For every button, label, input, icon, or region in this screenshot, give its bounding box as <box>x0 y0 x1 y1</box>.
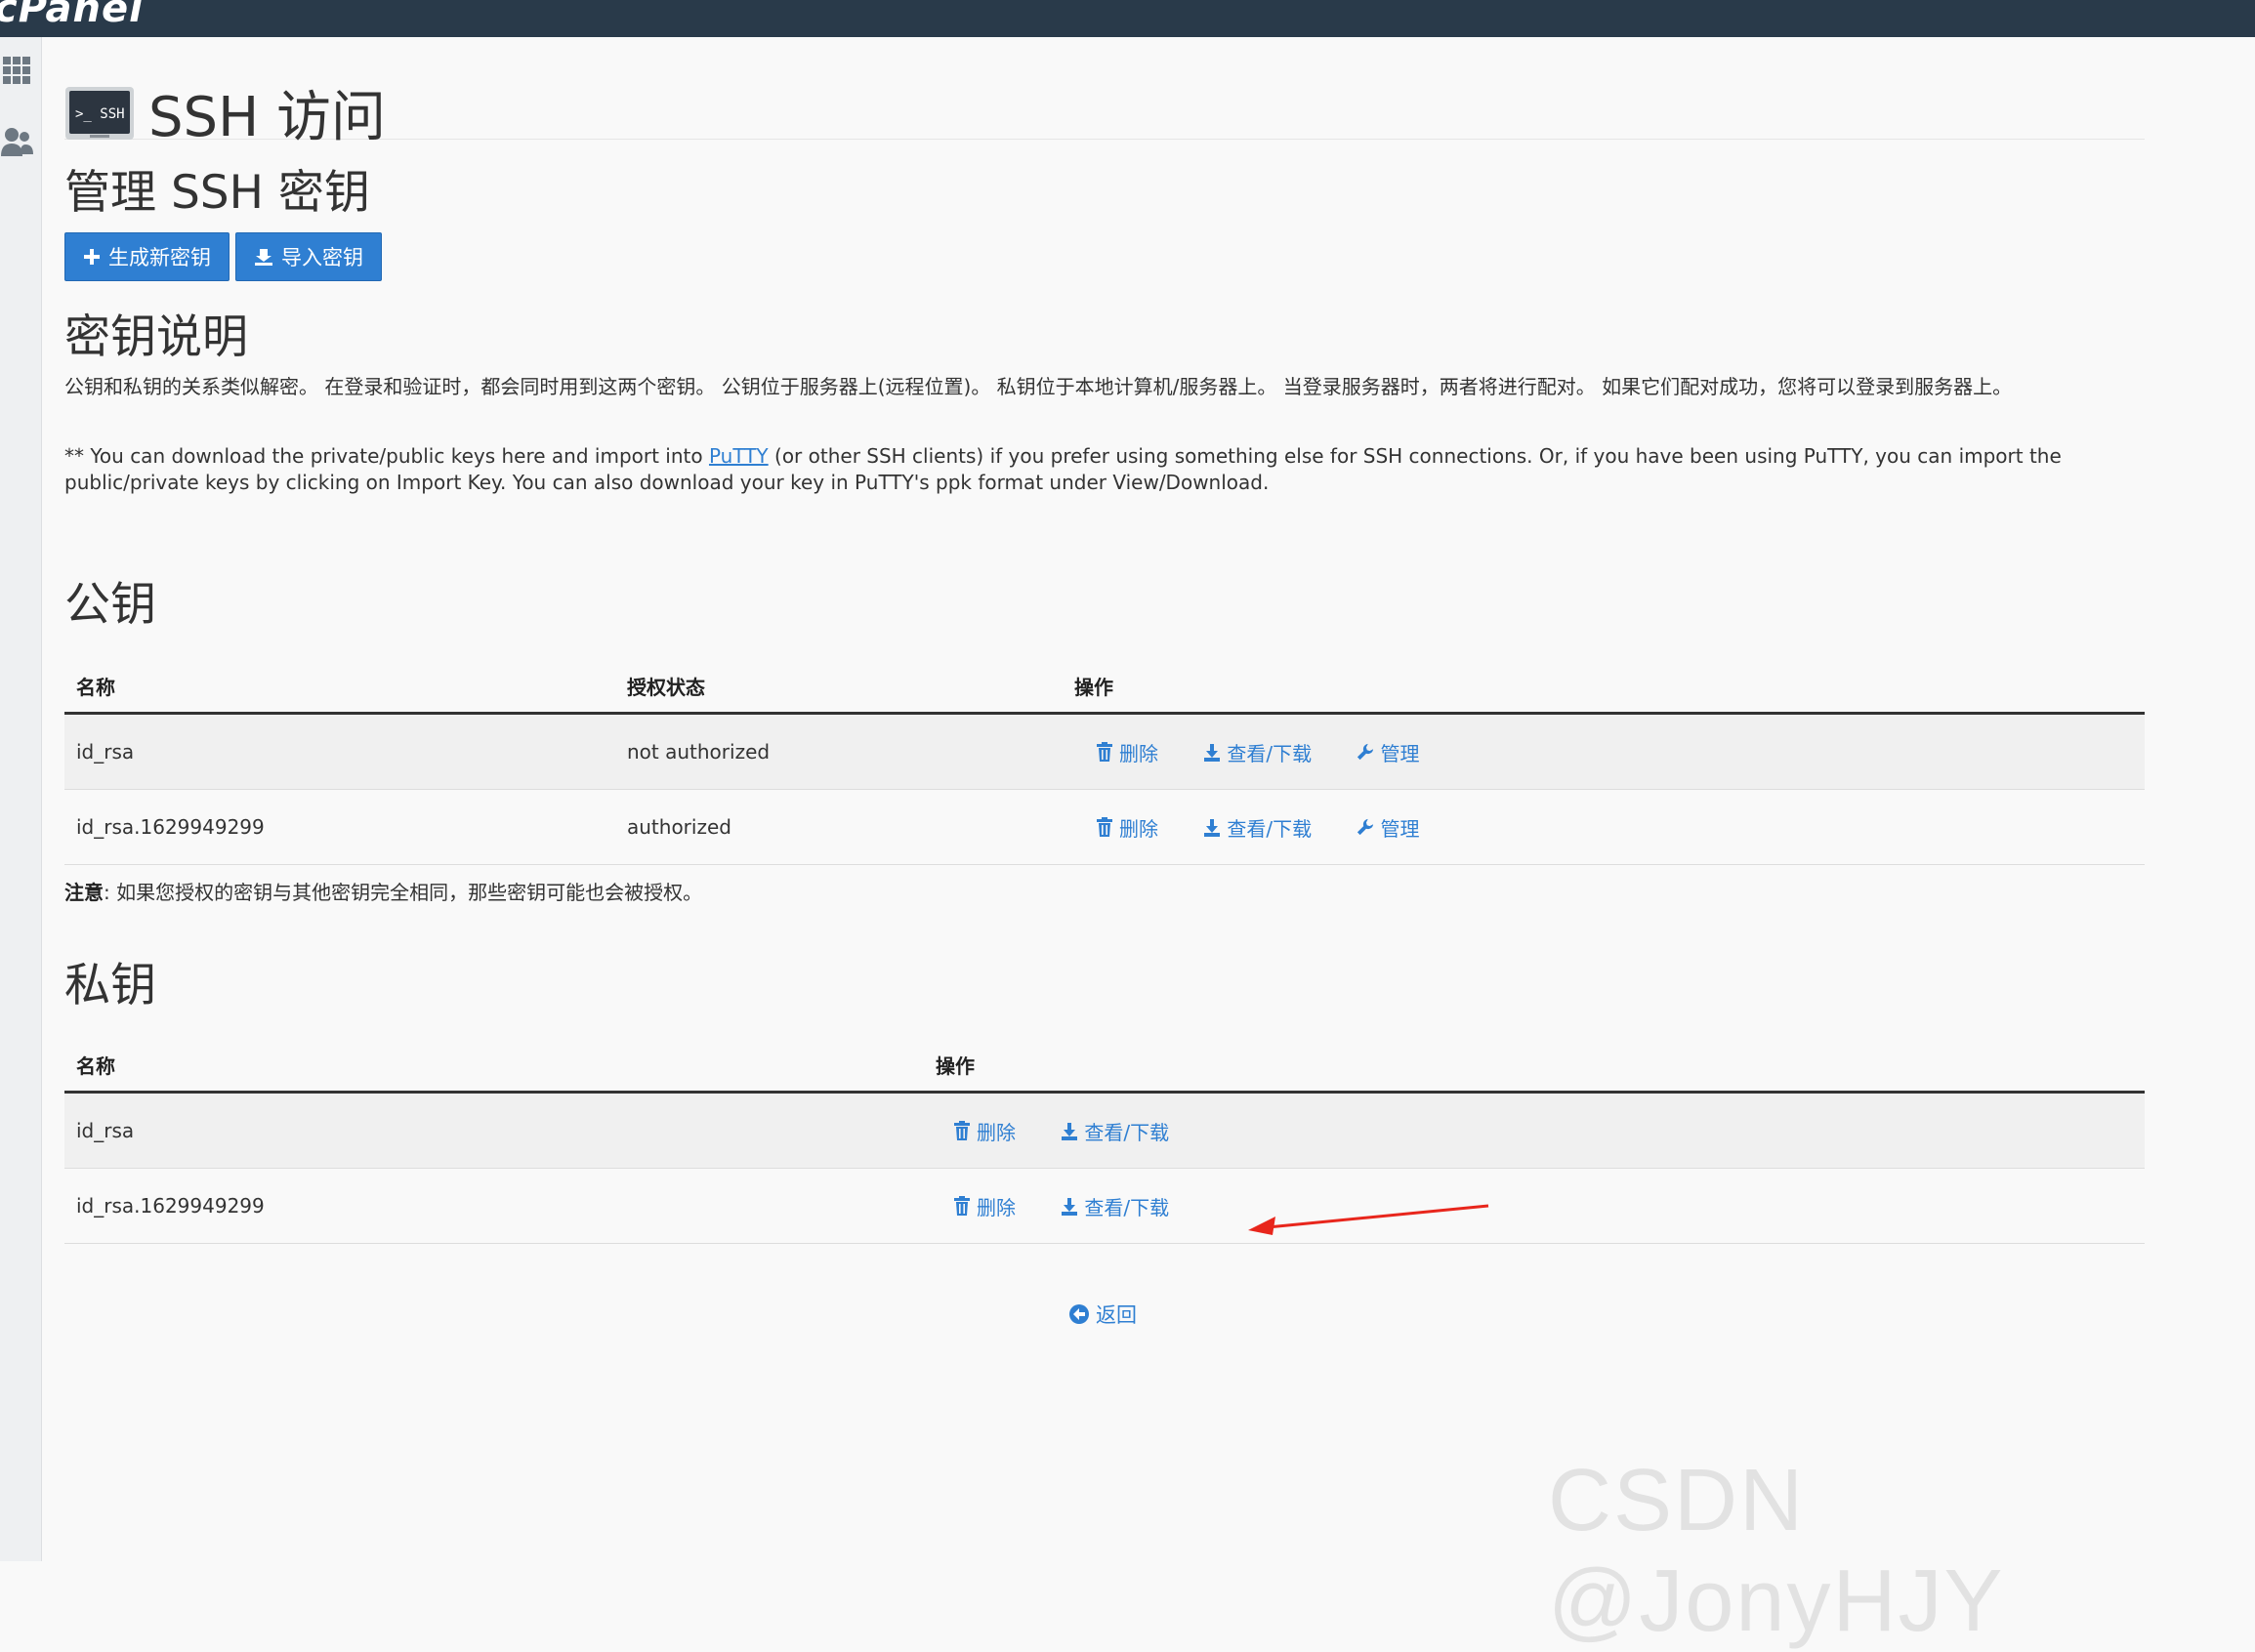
trash-icon <box>954 1196 970 1216</box>
trash-icon <box>1097 742 1112 762</box>
plus-icon <box>84 249 100 265</box>
delete-link[interactable]: 删除 <box>953 1192 1016 1220</box>
auth-status: not authorized <box>615 713 1063 790</box>
download-icon <box>1062 1198 1078 1216</box>
private-keys-table: 名称 操作 id_rsa 删除 查看/下载 id_rsa.1629949299 … <box>64 1039 2145 1244</box>
delete-link[interactable]: 删除 <box>1096 813 1158 842</box>
view-download-link[interactable]: 查看/下载 <box>1203 813 1312 842</box>
svg-text:>_ SSH: >_ SSH <box>75 106 125 122</box>
column-header-actions: 操作 <box>1063 660 2145 715</box>
key-name: id_rsa.1629949299 <box>64 789 615 865</box>
column-header-actions: 操作 <box>924 1039 2145 1094</box>
authorization-note: 注意: 如果您授权的密钥与其他密钥完全相同，那些密钥可能也会被授权。 <box>64 881 703 904</box>
import-key-button[interactable]: 导入密钥 <box>235 232 382 281</box>
side-nav <box>0 37 42 1561</box>
import-icon <box>255 249 272 266</box>
table-row: id_rsa.1629949299 删除 查看/下载 <box>64 1168 2145 1244</box>
table-row: id_rsa.1629949299 authorized 删除 查看/下载 管理 <box>64 789 2145 865</box>
manage-keys-heading: 管理 SSH 密钥 <box>64 166 370 220</box>
delete-link[interactable]: 删除 <box>953 1117 1016 1145</box>
generate-key-button[interactable]: 生成新密钥 <box>64 232 230 281</box>
view-download-link[interactable]: 查看/下载 <box>1061 1192 1169 1220</box>
key-description-heading: 密钥说明 <box>64 310 248 364</box>
users-icon[interactable] <box>0 123 33 162</box>
delete-link[interactable]: 删除 <box>1096 738 1158 766</box>
view-download-link[interactable]: 查看/下载 <box>1061 1117 1169 1145</box>
download-icon <box>1204 819 1221 837</box>
key-name: id_rsa.1629949299 <box>64 1168 924 1244</box>
column-header-status: 授权状态 <box>615 660 1063 715</box>
key-name: id_rsa <box>64 1092 924 1169</box>
terminal-ssh-icon: >_ SSH <box>65 87 134 140</box>
manage-link[interactable]: 管理 <box>1357 813 1419 842</box>
key-description-text: 公钥和私钥的关系类似解密。 在登录和验证时，都会同时用到这两个密钥。 公钥位于服… <box>64 375 2013 398</box>
table-row: id_rsa 删除 查看/下载 <box>64 1092 2145 1169</box>
putty-link[interactable]: PuTTY <box>709 444 769 468</box>
trash-icon <box>954 1121 970 1140</box>
annotation-arrow-icon <box>1248 1204 1489 1235</box>
auth-status: authorized <box>615 789 1063 865</box>
manage-link[interactable]: 管理 <box>1357 738 1419 766</box>
wrench-icon <box>1357 818 1374 836</box>
circle-arrow-left-icon <box>1069 1304 1089 1324</box>
top-bar: cPanel <box>0 0 2255 37</box>
key-name: id_rsa <box>64 713 615 790</box>
wrench-icon <box>1357 743 1374 761</box>
column-header-name: 名称 <box>64 660 615 715</box>
table-row: id_rsa not authorized 删除 查看/下载 管理 <box>64 713 2145 790</box>
download-icon <box>1204 744 1221 762</box>
csdn-watermark: CSDN @JonyHJY <box>1548 1452 2005 1650</box>
page-header: >_ SSH SSH 访问 <box>64 61 2145 149</box>
back-link[interactable]: 返回 <box>1068 1300 1137 1329</box>
trash-icon <box>1097 817 1112 837</box>
putty-instructions: ** You can download the private/public k… <box>64 444 2062 494</box>
cpanel-logo[interactable]: cPanel <box>0 0 144 31</box>
grid-icon[interactable] <box>0 53 33 92</box>
view-download-link[interactable]: 查看/下载 <box>1203 738 1312 766</box>
column-header-name: 名称 <box>64 1039 924 1094</box>
download-icon <box>1062 1123 1078 1140</box>
public-keys-table: 名称 授权状态 操作 id_rsa not authorized 删除 查看/下… <box>64 660 2145 865</box>
private-keys-heading: 私钥 <box>64 959 156 1012</box>
public-keys-heading: 公钥 <box>64 578 156 632</box>
page-title: SSH 访问 <box>148 86 387 149</box>
